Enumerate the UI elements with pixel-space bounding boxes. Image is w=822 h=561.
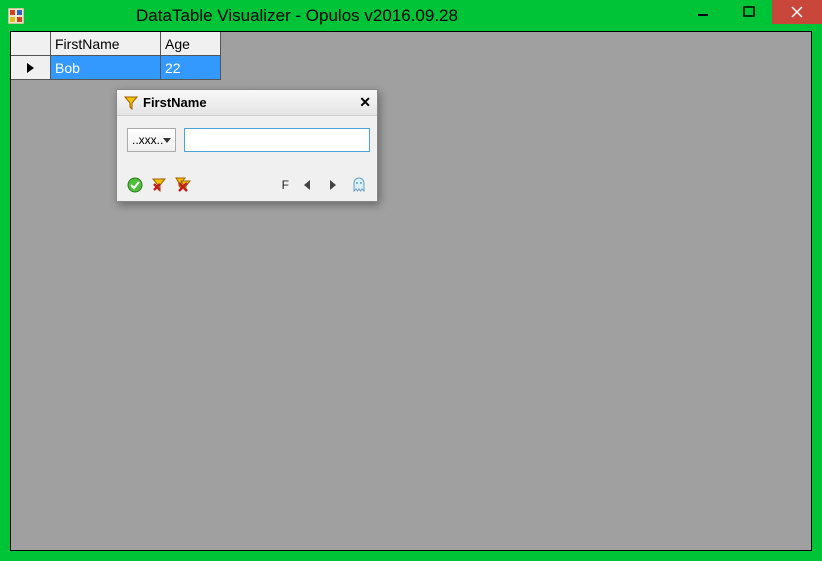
clear-filter-button[interactable] [151,177,167,193]
filter-popup-footer: F [117,173,377,201]
column-header-firstname[interactable]: FirstName [51,32,161,56]
row-header[interactable] [11,56,51,80]
minimize-button[interactable] [680,0,726,24]
prev-button[interactable] [299,177,315,193]
clear-all-filters-button[interactable] [175,177,191,193]
window-controls [680,0,822,31]
close-button[interactable] [772,0,822,24]
filter-operator-value: ..xxx.. [132,133,163,147]
window-title: DataTable Visualizer - Opulos v2016.09.2… [0,6,680,26]
filter-popup-header[interactable]: FirstName ✕ [117,90,377,116]
cell-firstname[interactable]: Bob [51,56,161,80]
chevron-down-icon [163,138,171,143]
client-area: FirstName Age Bob 22 FirstName [10,31,812,551]
accept-filter-button[interactable] [127,177,143,193]
filter-popup-title: FirstName [143,95,207,110]
nav-label: F [282,178,289,192]
app-window: DataTable Visualizer - Opulos v2016.09.2… [0,0,822,561]
filter-popup: FirstName ✕ ..xxx.. [116,89,378,202]
current-row-indicator-icon [27,63,34,73]
data-grid[interactable]: FirstName Age Bob 22 [11,32,221,80]
filter-value-input[interactable] [184,128,370,152]
maximize-button[interactable] [726,0,772,24]
column-header-age[interactable]: Age [161,32,221,56]
ghost-icon[interactable] [351,177,367,193]
filter-popup-close-button[interactable]: ✕ [359,94,371,111]
filter-operator-select[interactable]: ..xxx.. [127,128,176,152]
corner-cell[interactable] [11,32,51,56]
cell-age[interactable]: 22 [161,56,221,80]
header-row: FirstName Age [11,32,221,56]
table-row[interactable]: Bob 22 [11,56,221,80]
titlebar: DataTable Visualizer - Opulos v2016.09.2… [0,0,822,31]
next-button[interactable] [325,177,341,193]
filter-icon [123,95,139,111]
filter-popup-body: ..xxx.. [117,116,377,173]
